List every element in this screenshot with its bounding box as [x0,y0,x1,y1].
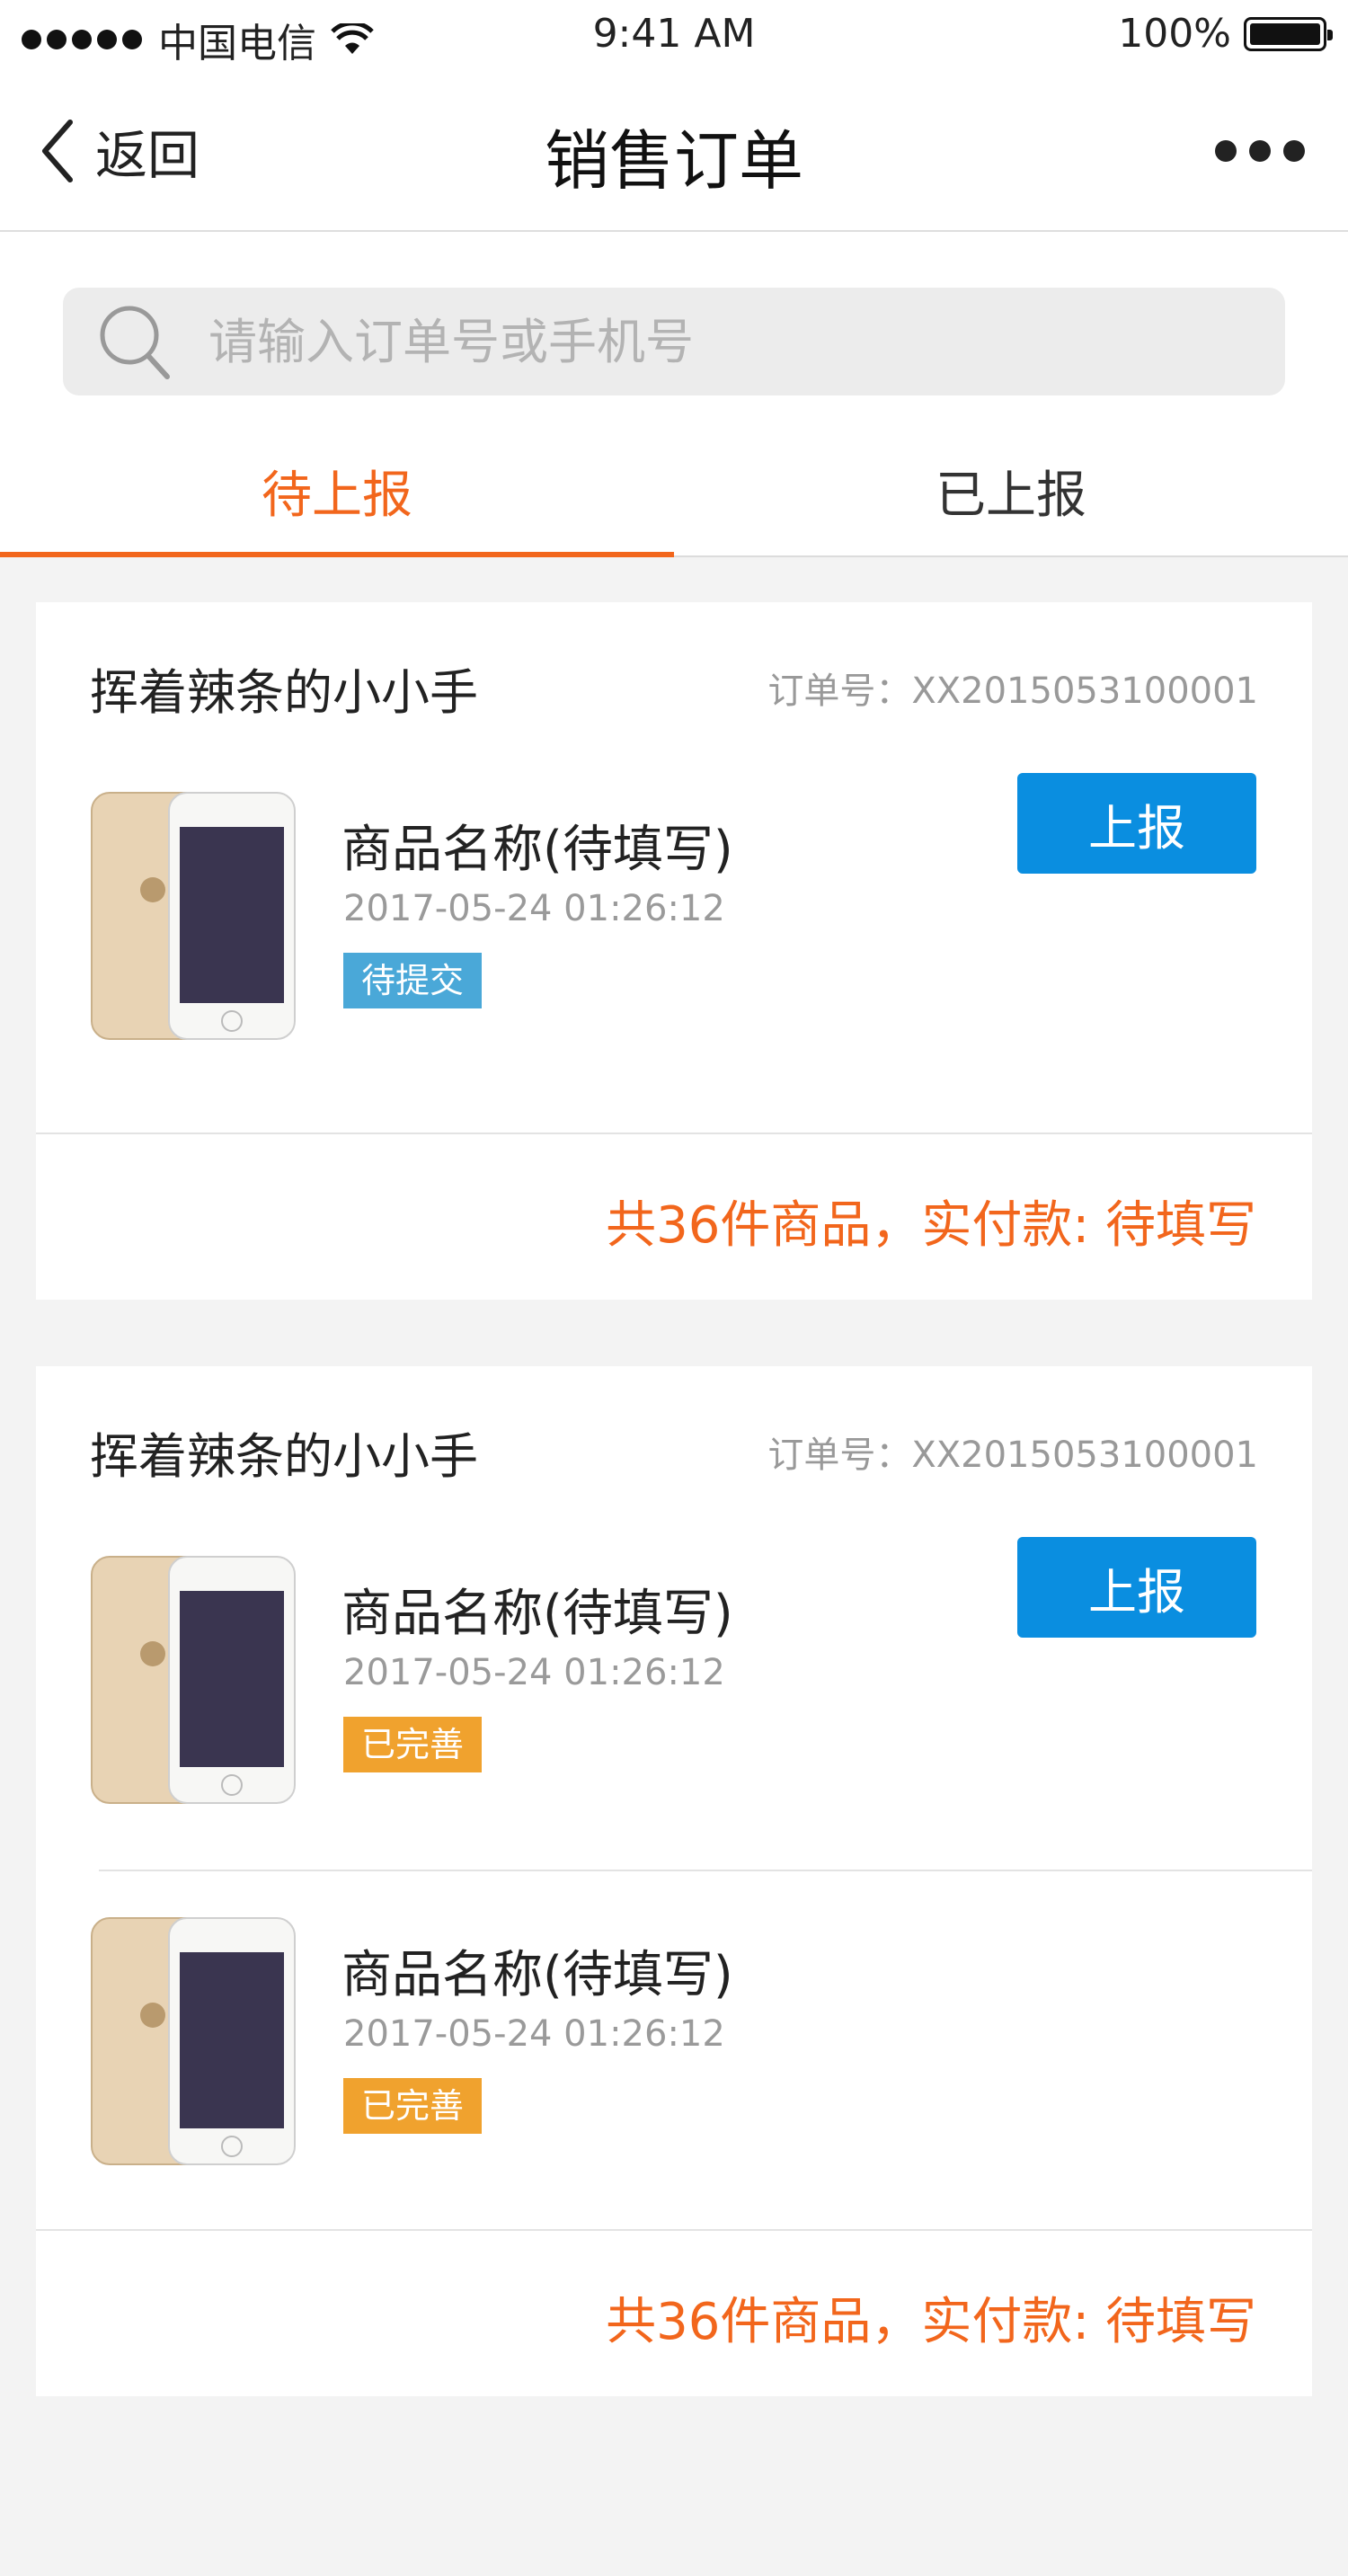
search-section [0,232,1348,421]
order-card[interactable]: 挥着辣条的小小手 订单号：XX2015053100001 商品名称(待填写) 2… [36,602,1312,1300]
tab-reported[interactable]: 已上报 [674,421,1348,555]
shop-name: 挥着辣条的小小手 [90,664,478,721]
product-name: 商品名称(待填写) [341,1585,733,1643]
status-badge: 已完善 [343,2078,483,2134]
status-badge: 已完善 [343,1717,483,1772]
order-card[interactable]: 挥着辣条的小小手 订单号：XX2015053100001 商品名称(待填写) 2… [36,1366,1312,2396]
nav-bar: 返回 销售订单 [0,72,1348,232]
product-name: 商品名称(待填写) [341,821,733,879]
status-bar: 中国电信 9:41 AM 100% [0,0,1348,72]
report-button[interactable]: 上报 [1017,1537,1256,1638]
product-image [91,792,296,1040]
shop-name: 挥着辣条的小小手 [90,1428,478,1485]
product-date: 2017-05-24 01:26:12 [343,1652,725,1693]
order-number: 订单号：XX2015053100001 [767,1435,1258,1476]
order-number: 订单号：XX2015053100001 [767,671,1258,712]
product-name: 商品名称(待填写) [341,1946,733,2004]
tab-pending-report[interactable]: 待上报 [0,421,674,557]
product-image [91,1556,296,1804]
product-item[interactable]: 商品名称(待填写) 2017-05-24 01:26:12 已完善 上报 [36,1537,1312,1870]
order-total: 共36件商品，实付款: 待填写 [606,2293,1256,2351]
product-item[interactable]: 商品名称(待填写) 2017-05-24 01:26:12 待提交 上报 [36,773,1312,1133]
product-date: 2017-05-24 01:26:12 [343,2013,725,2055]
battery-percent: 100% [1118,11,1231,57]
search-box[interactable] [63,288,1285,395]
status-badge: 待提交 [343,953,483,1008]
product-item[interactable]: 商品名称(待填写) 2017-05-24 01:26:12 已完善 [91,1870,1312,2229]
product-date: 2017-05-24 01:26:12 [343,888,725,929]
tab-bar: 待上报 已上报 [0,421,1348,557]
battery-icon [1244,16,1333,51]
search-icon [100,306,170,379]
page-title: 销售订单 [544,123,803,199]
report-button[interactable]: 上报 [1017,773,1256,874]
product-image [91,1917,296,2165]
search-input[interactable] [207,312,1240,371]
more-icon[interactable] [1215,140,1305,162]
order-total: 共36件商品，实付款: 待填写 [606,1196,1256,1255]
